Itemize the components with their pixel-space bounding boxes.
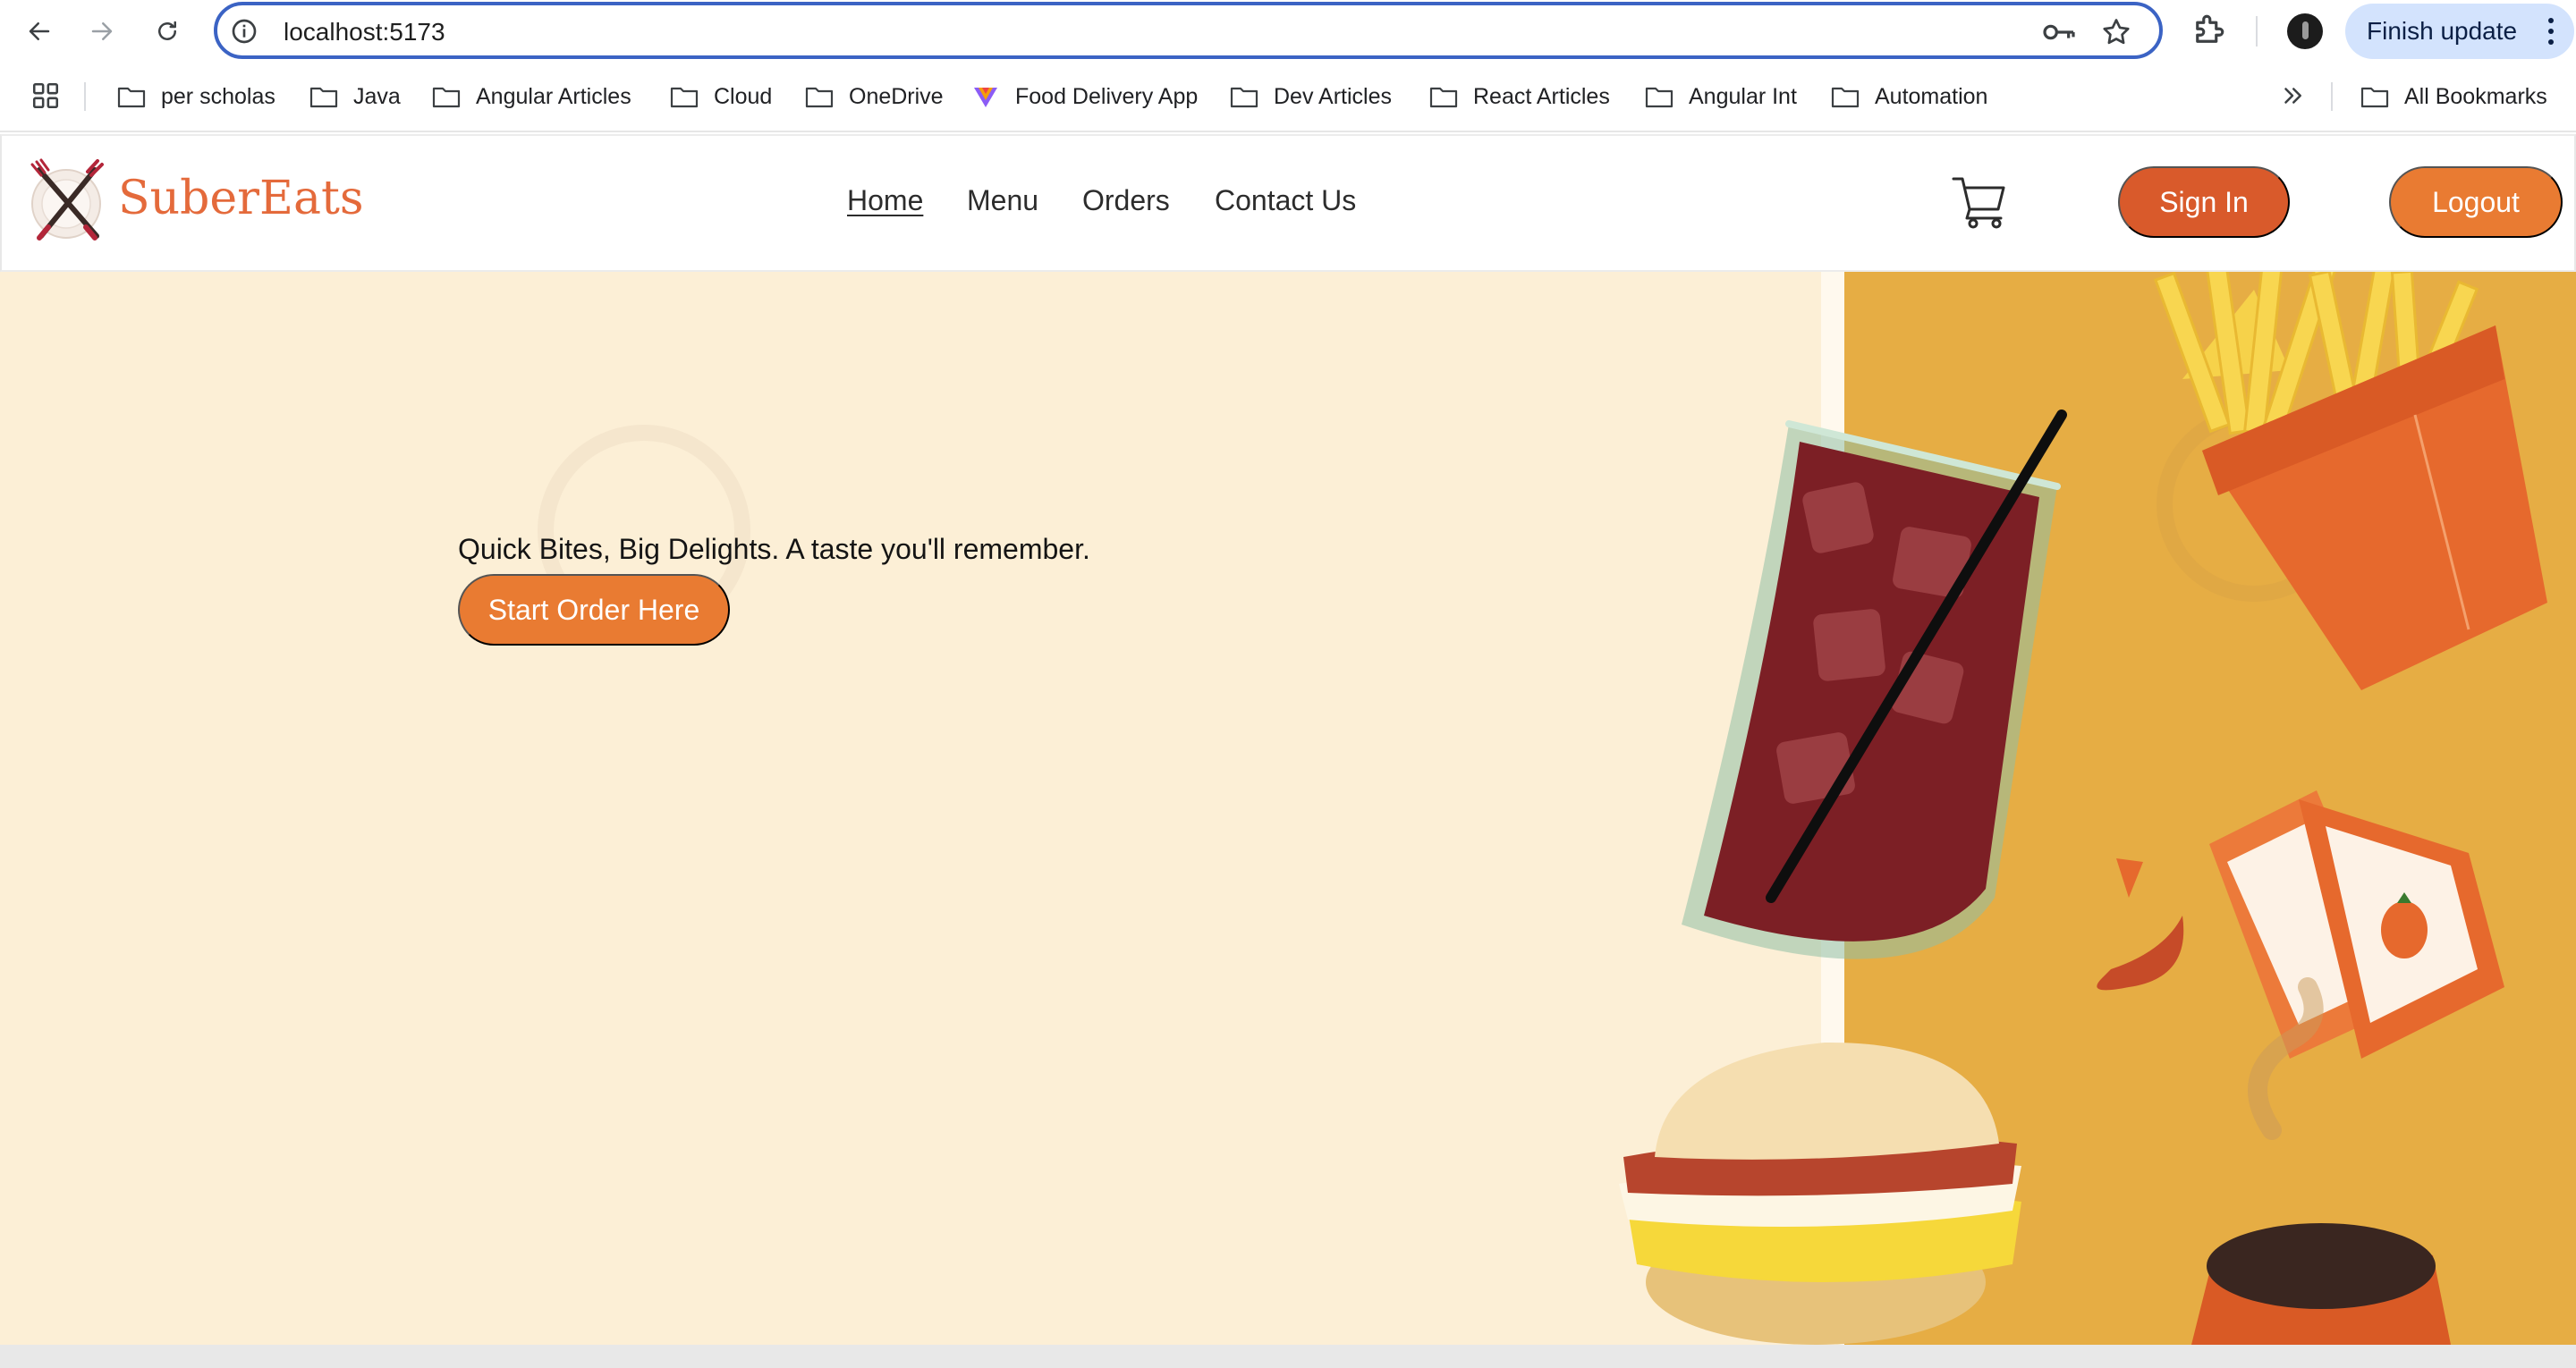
folder-icon — [2360, 87, 2389, 108]
bookmark-folder[interactable]: Automation — [1830, 79, 1987, 114]
password-key-icon[interactable] — [2041, 18, 2077, 46]
more-menu-icon — [2548, 18, 2554, 45]
bookmarks-bar: per scholas Java Angular Articles Cloud … — [0, 63, 2576, 132]
folder-icon — [1429, 87, 1458, 108]
ketchup-packets-illustration — [2097, 790, 2504, 1059]
bookmarks-divider — [2331, 82, 2333, 111]
bookmark-label: Angular Articles — [476, 83, 631, 109]
bookmark-label: Dev Articles — [1274, 83, 1392, 109]
url-text[interactable]: localhost:5173 — [284, 18, 445, 46]
folder-icon — [670, 87, 699, 108]
site-header: SuberEats Home Menu Orders Contact Us Si… — [0, 134, 2576, 272]
bookmark-folder[interactable]: Java — [309, 79, 401, 114]
all-bookmarks-label: All Bookmarks — [2404, 83, 2547, 109]
site-logo-text[interactable]: SuberEats — [118, 172, 364, 225]
shopping-cart-icon[interactable] — [1950, 170, 2012, 232]
fries-illustration — [2153, 272, 2547, 690]
bookmark-star-icon[interactable] — [2100, 16, 2132, 48]
bookmark-label: React Articles — [1473, 83, 1610, 109]
logout-button[interactable]: Logout — [2389, 166, 2563, 238]
window-bottom-edge — [0, 1345, 2576, 1368]
apps-grid-icon[interactable] — [30, 80, 61, 111]
nav-link-orders[interactable]: Orders — [1082, 184, 1170, 217]
reload-icon — [158, 21, 176, 40]
profile-avatar[interactable] — [2287, 13, 2323, 49]
toolbar-divider — [2256, 16, 2258, 46]
sign-in-button[interactable]: Sign In — [2118, 166, 2290, 238]
app-favicon-icon — [974, 88, 997, 107]
back-arrow-icon — [29, 22, 50, 40]
folder-icon — [1831, 87, 1860, 108]
logo-fork-knife-icon[interactable] — [23, 157, 113, 247]
address-bar[interactable]: localhost:5173 — [214, 2, 2163, 59]
hero-section: Quick Bites, Big Delights. A taste you'l… — [0, 272, 2576, 1345]
nav-link-menu[interactable]: Menu — [967, 184, 1038, 217]
bookmark-folder[interactable]: Angular Int — [1644, 79, 1797, 114]
forward-button[interactable] — [80, 10, 123, 53]
bookmark-folder[interactable]: OneDrive — [804, 79, 944, 114]
hero-food-illustration — [538, 272, 2547, 1345]
finish-update-button[interactable]: Finish update — [2345, 4, 2574, 59]
bookmark-link[interactable]: Food Delivery App — [970, 79, 1198, 114]
folder-icon — [1645, 87, 1674, 108]
bookmarks-divider — [84, 82, 86, 111]
folder-icon — [309, 87, 338, 108]
back-button[interactable] — [18, 10, 61, 53]
bookmark-label: Food Delivery App — [1015, 83, 1199, 109]
all-bookmarks-folder[interactable]: All Bookmarks — [2360, 79, 2547, 114]
bookmark-label: Angular Int — [1689, 83, 1797, 109]
hero-tagline: Quick Bites, Big Delights. A taste you'l… — [458, 533, 1090, 565]
start-order-button[interactable]: Start Order Here — [458, 574, 730, 646]
finish-update-label: Finish update — [2367, 17, 2518, 45]
reload-button[interactable] — [146, 10, 189, 53]
bookmark-label: Automation — [1875, 83, 1988, 109]
bookmark-folder[interactable]: Angular Articles — [431, 79, 631, 114]
bookmark-label: Cloud — [714, 83, 773, 109]
forward-arrow-icon — [91, 22, 113, 40]
bookmark-folder[interactable]: Cloud — [669, 79, 772, 114]
bookmark-label: OneDrive — [849, 83, 944, 109]
bookmark-label: per scholas — [161, 83, 275, 109]
bookmark-folder[interactable]: per scholas — [116, 79, 275, 114]
folder-icon — [805, 87, 834, 108]
browser-toolbar: localhost:5173 Finish update — [0, 0, 2576, 63]
chevron-double-right-icon[interactable] — [2279, 82, 2306, 109]
bookmark-folder[interactable]: Dev Articles — [1229, 79, 1392, 114]
sandwich-illustration — [1619, 1042, 2021, 1345]
nav-link-contact[interactable]: Contact Us — [1215, 184, 1356, 217]
nav-link-home[interactable]: Home — [847, 184, 923, 217]
site-info-icon[interactable] — [230, 17, 258, 46]
bookmark-folder[interactable]: React Articles — [1428, 79, 1610, 114]
folder-icon — [117, 87, 146, 108]
folder-icon — [432, 87, 461, 108]
extensions-puzzle-icon[interactable] — [2190, 12, 2227, 49]
bookmark-label: Java — [353, 83, 401, 109]
folder-icon — [1230, 87, 1258, 108]
